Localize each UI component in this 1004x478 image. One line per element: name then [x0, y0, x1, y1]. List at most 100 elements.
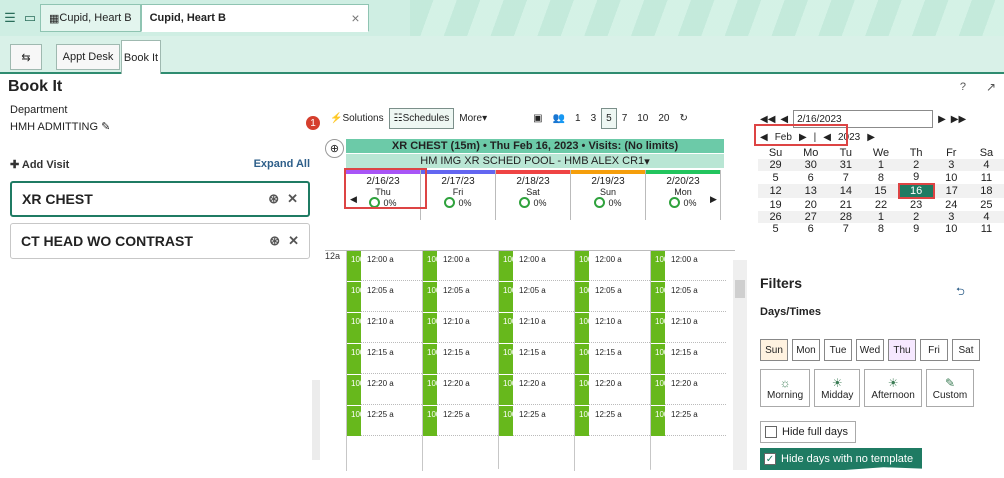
- day-cell[interactable]: 20: [793, 198, 828, 211]
- slot-1-1[interactable]: 100 12:05 a: [423, 282, 498, 312]
- slot-0-0[interactable]: 100 12:00 a: [347, 251, 422, 281]
- next-date-icon[interactable]: ▶: [710, 194, 717, 205]
- collapse-icon-2[interactable]: ⊛: [269, 233, 280, 249]
- filter-reset-icon[interactable]: ⮌: [956, 283, 965, 302]
- book-it-tab[interactable]: Book It: [121, 40, 161, 74]
- patient-tab-cupid-2[interactable]: Cupid, Heart B ×: [140, 4, 369, 32]
- day-1-button[interactable]: 1: [570, 108, 586, 129]
- slot-3-0[interactable]: 100 12:00 a: [575, 251, 650, 281]
- visit-card-xr-chest[interactable]: XR CHEST ⊛ ✕: [10, 181, 310, 217]
- people-icon[interactable]: 👥: [548, 108, 570, 129]
- day-cell[interactable]: 10: [934, 171, 969, 184]
- help-icon[interactable]: ?: [960, 81, 966, 93]
- day-cell[interactable]: 1: [863, 159, 898, 171]
- expand-all-button[interactable]: Expand All: [254, 158, 310, 171]
- schedules-button[interactable]: ☷ Schedules: [388, 107, 455, 129]
- day-cell[interactable]: 7: [828, 223, 863, 235]
- slot-4-4[interactable]: 100 12:20 a: [651, 375, 726, 405]
- filter-thu[interactable]: Thu: [888, 339, 916, 361]
- add-visit-button[interactable]: ✚ Add Visit: [10, 158, 69, 171]
- grid-scrollbar[interactable]: [733, 260, 747, 470]
- slot-3-3[interactable]: 100 12:15 a: [575, 344, 650, 374]
- day-cell[interactable]: 4: [969, 159, 1004, 171]
- day-cell[interactable]: 2: [899, 159, 934, 171]
- filter-fri[interactable]: Fri: [920, 339, 948, 361]
- slot-3-2[interactable]: 100 12:10 a: [575, 313, 650, 343]
- menu-icon[interactable]: ☰: [0, 8, 20, 28]
- collapse-icon[interactable]: ⊛: [268, 191, 279, 207]
- day-cell[interactable]: 3: [934, 211, 969, 223]
- close-icon[interactable]: ×: [351, 10, 359, 26]
- filter-tue[interactable]: Tue: [824, 339, 852, 361]
- day-cell[interactable]: 11: [969, 171, 1004, 184]
- day-cell[interactable]: 3: [934, 159, 969, 171]
- day-cell[interactable]: 19: [758, 198, 793, 211]
- slot-1-4[interactable]: 100 12:20 a: [423, 375, 498, 405]
- solutions-button[interactable]: ⚡ Solutions: [325, 108, 389, 129]
- day-cell[interactable]: 4: [969, 211, 1004, 223]
- slot-3-5[interactable]: 100 12:25 a: [575, 406, 650, 436]
- day-cell[interactable]: 25: [969, 198, 1004, 211]
- zoom-icon[interactable]: ⊕: [325, 139, 344, 158]
- day-10-button[interactable]: 10: [632, 108, 653, 129]
- slot-2-4[interactable]: 100 12:20 a: [499, 375, 574, 405]
- custom-button[interactable]: ✎ Custom: [925, 369, 975, 407]
- day-cell[interactable]: 15: [863, 184, 898, 198]
- left-scrollbar[interactable]: [312, 380, 320, 460]
- day-cell[interactable]: 30: [793, 159, 828, 171]
- slot-0-2[interactable]: 100 12:10 a: [347, 313, 422, 343]
- day-cell[interactable]: 8: [863, 223, 898, 235]
- last-icon[interactable]: ▶▶: [951, 114, 966, 125]
- slot-4-3[interactable]: 100 12:15 a: [651, 344, 726, 374]
- slot-1-3[interactable]: 100 12:15 a: [423, 344, 498, 374]
- more-button[interactable]: More ▾: [454, 108, 492, 129]
- day-cell[interactable]: 17: [934, 184, 969, 198]
- slot-4-2[interactable]: 100 12:10 a: [651, 313, 726, 343]
- day-5-button[interactable]: 5: [601, 107, 617, 129]
- slot-2-0[interactable]: 100 12:00 a: [499, 251, 574, 281]
- day-cell[interactable]: 14: [828, 184, 863, 198]
- day-cell[interactable]: 21: [828, 198, 863, 211]
- visit-card-ct-head[interactable]: CT HEAD WO CONTRAST ⊛ ✕: [10, 223, 310, 259]
- slot-0-5[interactable]: 100 12:25 a: [347, 406, 422, 436]
- day-cell[interactable]: 27: [793, 211, 828, 223]
- day-cell[interactable]: 8: [863, 171, 898, 184]
- chat-icon[interactable]: ▭: [20, 8, 40, 28]
- day-cell[interactable]: 9: [899, 223, 934, 235]
- date-col-3[interactable]: 2/19/23 Sun 0%: [571, 170, 646, 220]
- day-cell[interactable]: 22: [863, 198, 898, 211]
- day-cell[interactable]: 7: [828, 171, 863, 184]
- day-cell[interactable]: 6: [793, 171, 828, 184]
- remove-icon-2[interactable]: ✕: [288, 233, 299, 249]
- filter-wed[interactable]: Wed: [856, 339, 884, 361]
- slot-2-1[interactable]: 100 12:05 a: [499, 282, 574, 312]
- hide-no-template-checkbox[interactable]: ✓ Hide days with no template: [760, 448, 922, 470]
- slot-1-0[interactable]: 100 12:00 a: [423, 251, 498, 281]
- day-cell[interactable]: 10: [934, 223, 969, 235]
- next-icon[interactable]: ▶: [938, 114, 946, 125]
- prev-icon[interactable]: ◀: [780, 114, 788, 125]
- day-cell[interactable]: 28: [828, 211, 863, 223]
- day-cell[interactable]: 26: [758, 211, 793, 223]
- filter-mon[interactable]: Mon: [792, 339, 820, 361]
- date-col-2[interactable]: 2/18/23 Sat 0%: [496, 170, 571, 220]
- resource-header[interactable]: HM IMG XR SCHED POOL - HMB ALEX CR1 ▾: [346, 154, 724, 168]
- day-cell[interactable]: 18: [969, 184, 1004, 198]
- selected-day-cell[interactable]: 16: [897, 183, 935, 199]
- filter-sun[interactable]: Sun: [760, 339, 788, 361]
- slot-0-1[interactable]: 100 12:05 a: [347, 282, 422, 312]
- slot-4-1[interactable]: 100 12:05 a: [651, 282, 726, 312]
- remove-icon[interactable]: ✕: [287, 191, 298, 207]
- date-col-1[interactable]: 2/17/23 Fri 0%: [421, 170, 496, 220]
- day-20-button[interactable]: 20: [653, 108, 674, 129]
- hide-full-days-checkbox[interactable]: Hide full days: [760, 421, 856, 443]
- afternoon-button[interactable]: ☀ Afternoon: [864, 369, 922, 407]
- day-cell[interactable]: 29: [758, 159, 793, 171]
- day-cell[interactable]: 2: [899, 211, 934, 223]
- slot-4-0[interactable]: 100 12:00 a: [651, 251, 726, 281]
- day-cell[interactable]: 23: [899, 198, 934, 211]
- day-cell[interactable]: 5: [758, 223, 793, 235]
- slot-2-2[interactable]: 100 12:10 a: [499, 313, 574, 343]
- first-icon[interactable]: ◀◀: [760, 114, 775, 125]
- back-forward-button[interactable]: ⇆: [10, 44, 42, 70]
